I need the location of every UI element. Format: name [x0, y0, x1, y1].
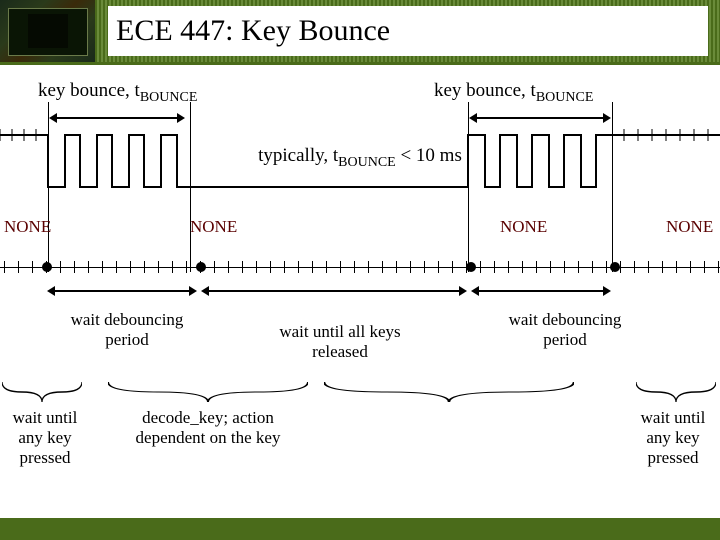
tick [522, 261, 523, 273]
brace [2, 382, 82, 402]
tick [396, 261, 397, 273]
divider [0, 62, 720, 65]
timeline [0, 267, 720, 268]
tick [312, 261, 313, 273]
tick [116, 261, 117, 273]
timeline-span [50, 290, 194, 292]
tick [662, 261, 663, 273]
tick [326, 261, 327, 273]
tick [676, 261, 677, 273]
tick [32, 261, 33, 273]
tick [382, 261, 383, 273]
brace [636, 382, 716, 402]
wait-pressed-left: wait until any key pressed [0, 408, 90, 468]
tick [466, 261, 467, 273]
tick [578, 261, 579, 273]
tick [508, 261, 509, 273]
timeline-span [204, 290, 464, 292]
tick [60, 261, 61, 273]
tick [690, 261, 691, 273]
tick [648, 261, 649, 273]
wait-debounce-left: wait debouncing period [62, 310, 192, 350]
tick [606, 261, 607, 273]
none-label: NONE [4, 217, 51, 237]
footer-bar [0, 518, 720, 540]
tick [438, 261, 439, 273]
tick [130, 261, 131, 273]
brace [324, 382, 574, 402]
brace [108, 382, 308, 402]
none-label: NONE [190, 217, 237, 237]
tick [340, 261, 341, 273]
wait-released: wait until all keys released [270, 322, 410, 362]
tick [186, 261, 187, 273]
title-container: ECE 447: Key Bounce [108, 6, 708, 56]
slide-title: ECE 447: Key Bounce [116, 14, 390, 48]
waveform-svg [0, 127, 720, 207]
tick [550, 261, 551, 273]
tick [158, 261, 159, 273]
tick [564, 261, 565, 273]
bounce-label-right: key bounce, tBOUNCE [434, 80, 593, 106]
tick [172, 261, 173, 273]
tick [480, 261, 481, 273]
none-label: NONE [500, 217, 547, 237]
tick [214, 261, 215, 273]
bounce-span-left [52, 117, 182, 119]
tick [284, 261, 285, 273]
tick [634, 261, 635, 273]
tick [410, 261, 411, 273]
tick [494, 261, 495, 273]
wait-pressed-right: wait until any key pressed [628, 408, 718, 468]
tick [424, 261, 425, 273]
tick [256, 261, 257, 273]
tick [102, 261, 103, 273]
tick [18, 261, 19, 273]
title-bar: ECE 447: Key Bounce [0, 0, 720, 62]
tick [592, 261, 593, 273]
tick [298, 261, 299, 273]
tick [144, 261, 145, 273]
tick [368, 261, 369, 273]
tick [270, 261, 271, 273]
tick [354, 261, 355, 273]
tick [200, 261, 201, 273]
tick [718, 261, 719, 273]
none-label: NONE [666, 217, 713, 237]
tick [74, 261, 75, 273]
tick [228, 261, 229, 273]
tick [620, 261, 621, 273]
tick [704, 261, 705, 273]
tick [536, 261, 537, 273]
waveform [0, 127, 720, 207]
tick [4, 261, 5, 273]
tick [46, 261, 47, 273]
bounce-span-right [472, 117, 608, 119]
tick [242, 261, 243, 273]
wait-debounce-right: wait debouncing period [500, 310, 630, 350]
decode-label: decode_key; action dependent on the key [128, 408, 288, 448]
bounce-label-left: key bounce, tBOUNCE [38, 80, 197, 106]
tick [452, 261, 453, 273]
chip-icon [0, 0, 95, 62]
timeline-span [474, 290, 608, 292]
tick [88, 261, 89, 273]
